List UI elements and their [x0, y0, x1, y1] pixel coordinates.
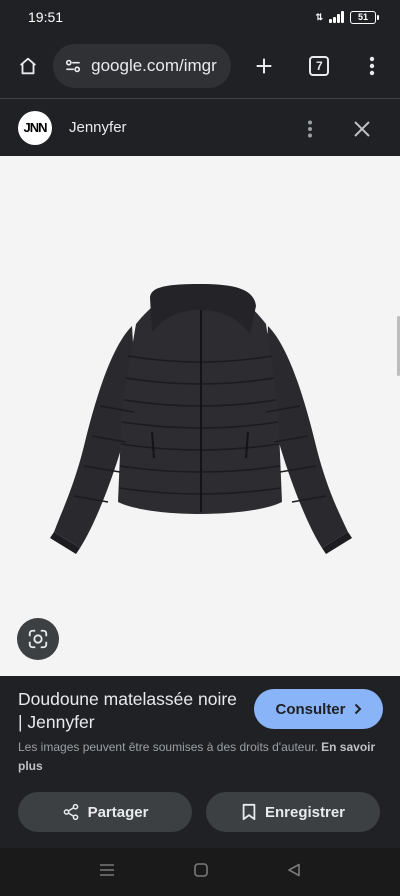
battery-level: 51 — [357, 11, 368, 22]
site-settings-icon[interactable] — [63, 56, 83, 76]
result-title[interactable]: Doudoune matelassée noire | Jennyfer — [18, 688, 238, 734]
address-bar[interactable]: google.com/imgr — [53, 44, 231, 88]
google-lens-icon — [28, 629, 48, 649]
copyright-notice: Les images peuvent être soumises à des d… — [18, 738, 384, 776]
chevron-right-icon — [354, 703, 361, 715]
plus-icon — [256, 58, 272, 74]
bookmark-icon — [242, 803, 256, 821]
copyright-text: Les images peuvent être soumises à des d… — [18, 740, 318, 754]
screen: 19:51 ⇅ 51 google.com/imgr 7 JNN Jennyfe… — [0, 0, 400, 896]
result-info-panel: Doudoune matelassée noire | Jennyfer Con… — [0, 676, 400, 848]
site-name[interactable]: Jennyfer — [69, 119, 127, 136]
tab-switcher-button[interactable]: 7 — [304, 50, 335, 82]
close-icon — [354, 121, 370, 137]
back-button[interactable] — [287, 863, 301, 882]
share-label: Partager — [87, 803, 149, 821]
status-time: 19:51 — [28, 9, 64, 25]
visit-label: Consulter — [275, 700, 346, 718]
recent-apps-button[interactable] — [99, 863, 115, 882]
system-navigation-bar — [0, 848, 400, 896]
image-preview[interactable] — [0, 156, 400, 676]
back-triangle-icon — [287, 863, 300, 876]
save-label: Enregistrer — [264, 803, 346, 821]
status-icons: ⇅ 51 — [315, 10, 379, 24]
jacket-image — [50, 284, 352, 554]
save-button[interactable]: Enregistrer — [206, 792, 380, 832]
site-options-button[interactable] — [294, 113, 326, 145]
site-logo-text: JNN — [23, 120, 47, 135]
close-button[interactable] — [346, 113, 378, 145]
home-icon — [19, 57, 36, 75]
share-button[interactable]: Partager — [18, 792, 192, 832]
new-tab-button[interactable] — [249, 50, 280, 82]
browser-toolbar: google.com/imgr 7 — [0, 34, 400, 98]
tab-count: 7 — [316, 59, 323, 73]
battery-icon: 51 — [350, 10, 379, 24]
google-lens-button[interactable] — [17, 618, 59, 660]
signal-icon — [329, 11, 344, 23]
wifi-calling-icon: ⇅ — [315, 11, 323, 22]
status-bar: 19:51 ⇅ 51 — [0, 0, 400, 34]
square-icon — [194, 862, 208, 877]
browser-menu-button[interactable] — [357, 50, 388, 82]
site-logo[interactable]: JNN — [18, 110, 52, 145]
home-nav-button[interactable] — [194, 862, 208, 882]
more-vert-icon — [308, 120, 312, 138]
source-site-header: JNN Jennyfer — [0, 98, 400, 156]
tab-switcher-icon: 7 — [309, 56, 330, 76]
share-icon — [63, 803, 78, 821]
visit-button[interactable]: Consulter — [254, 689, 383, 729]
home-button[interactable] — [12, 50, 43, 82]
url-text: google.com/imgr — [91, 56, 217, 75]
more-vert-icon — [370, 56, 375, 76]
menu-lines-icon — [100, 863, 115, 876]
